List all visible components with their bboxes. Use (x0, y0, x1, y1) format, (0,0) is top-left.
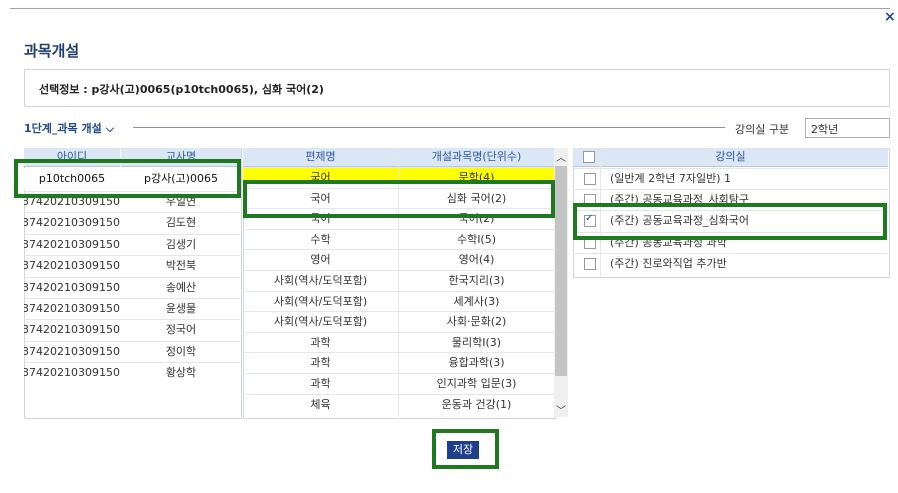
dialog-title: 과목개설 (24, 42, 80, 60)
subject-name-cell[interactable]: 수학Ⅰ(5) (399, 230, 554, 250)
teacher-name-cell[interactable]: 박전북 (121, 256, 241, 276)
teacher-id-cell[interactable]: 37420210309150 (24, 363, 120, 383)
subject-name-cell[interactable]: 인지과학 입문(3) (399, 374, 554, 394)
subject-name-cell[interactable]: 한국지리(3) (399, 271, 554, 291)
subject-name-cell[interactable]: 물리학Ⅰ(3) (399, 333, 554, 353)
chevron-down-icon[interactable]: ﹀ (556, 402, 566, 417)
subject-group-cell[interactable]: 과학 (243, 333, 398, 353)
save-button[interactable]: 저장 (447, 441, 479, 459)
room-header-bar: 강의실 (573, 148, 888, 167)
room-type-select[interactable]: 2학년 ⌵ (805, 118, 890, 138)
subject-group-cell[interactable]: 영어 (243, 250, 398, 270)
chevron-down-icon: ⌵ (811, 120, 820, 133)
room-header: 강의실 (715, 150, 746, 163)
chevron-down-icon: ⌵ (105, 122, 115, 135)
close-icon[interactable]: × (884, 10, 896, 24)
subject-name-cell[interactable]: 영어(4) (399, 250, 554, 270)
room-label[interactable]: (일반계 2학년 7자일반) 1 (610, 169, 880, 189)
teacher-name-cell[interactable]: 김생기 (121, 235, 241, 255)
subject-group-cell[interactable]: 체육 (243, 395, 398, 415)
highlight-subject-selected (243, 180, 555, 218)
teacher-name-cell[interactable]: 윤생물 (121, 299, 241, 319)
subject-group-cell[interactable]: 사회(역사/도덕포함) (243, 271, 398, 291)
selection-info-text: 선택정보 : p강사(고)0065(p10tch0065), 심화 국어(2) (39, 83, 324, 96)
subject-group-cell[interactable]: 과학 (243, 374, 398, 394)
teacher-id-cell[interactable]: 37420210309150 (24, 213, 120, 233)
subject-group-header[interactable]: 편제명 (243, 148, 398, 167)
teacher-name-cell[interactable]: 송예산 (121, 278, 241, 298)
subject-name-cell[interactable]: 융합과학(3) (399, 353, 554, 373)
teacher-id-cell[interactable]: 37420210309150 (24, 235, 120, 255)
teacher-id-cell[interactable]: 37420210309150 (24, 299, 120, 319)
subject-name-cell[interactable]: 사회·문화(2) (399, 312, 554, 332)
room-label[interactable]: (주간) 진로와직업 추가반 (610, 254, 880, 274)
step-toggle[interactable]: 1단계_과목 개설 ⌵ (24, 120, 114, 136)
scrollbar-thumb[interactable] (555, 166, 567, 376)
subject-group-cell[interactable]: 수학 (243, 230, 398, 250)
subject-group-cell[interactable]: 사회(역사/도덕포함) (243, 312, 398, 332)
room-type-label: 강의실 구분 (735, 123, 790, 136)
room-checkbox[interactable] (584, 257, 596, 270)
step-divider (133, 127, 725, 128)
highlight-teacher-selected (14, 159, 241, 198)
selection-info-box: 선택정보 : p강사(고)0065(p10tch0065), 심화 국어(2) (24, 69, 890, 107)
teacher-id-cell[interactable]: 37420210309150 (24, 320, 120, 340)
teacher-id-cell[interactable]: 37420210309150 (24, 342, 120, 362)
teacher-id-cell[interactable]: 37420210309150 (24, 278, 120, 298)
room-checkbox[interactable] (584, 173, 596, 185)
teacher-name-cell[interactable]: 황상학 (121, 363, 241, 383)
subject-name-header[interactable]: 개설과목명(단위수) (399, 148, 554, 167)
teacher-name-cell[interactable]: 정국어 (121, 320, 241, 340)
dialog-top-border (10, 8, 890, 9)
teacher-name-cell[interactable]: 정이학 (121, 342, 241, 362)
step-label: 1단계_과목 개설 (24, 122, 102, 135)
subject-name-cell[interactable]: 운동과 건강(1) (399, 395, 554, 415)
subject-name-cell[interactable]: 세계사(3) (399, 292, 554, 312)
highlight-room-selected (573, 203, 887, 240)
chevron-up-icon[interactable]: ︿ (556, 149, 566, 164)
subject-group-cell[interactable]: 사회(역사/도덕포함) (243, 292, 398, 312)
subject-group-cell[interactable]: 과학 (243, 353, 398, 373)
subject-scrollbar[interactable]: ︿ ﹀ (554, 148, 568, 417)
teacher-name-cell[interactable]: 김도현 (121, 213, 241, 233)
select-all-checkbox[interactable] (583, 151, 595, 163)
teacher-id-cell[interactable]: 37420210309150 (24, 256, 120, 276)
